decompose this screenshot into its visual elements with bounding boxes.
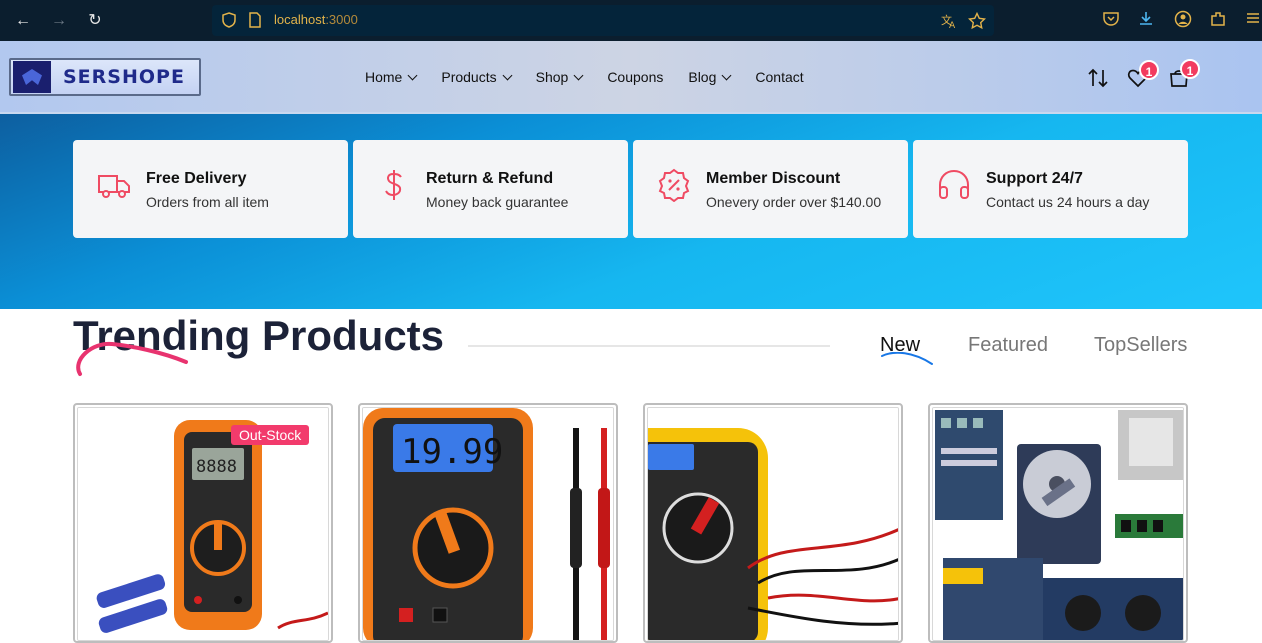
extensions-icon[interactable] xyxy=(1208,10,1228,30)
chevron-down-icon xyxy=(721,70,732,80)
address-bar[interactable]: localhost:3000 文A xyxy=(212,5,994,36)
svg-text:A: A xyxy=(949,21,956,30)
page-icon[interactable] xyxy=(246,12,264,30)
nav-contact[interactable]: Contact xyxy=(755,69,803,85)
tab-active-underline-icon xyxy=(881,352,933,365)
nav-coupons[interactable]: Coupons xyxy=(607,69,663,85)
feature-subtitle: Onevery order over $140.00 xyxy=(706,194,882,210)
title-swoosh-icon xyxy=(76,341,188,376)
tab-featured[interactable]: Featured xyxy=(968,334,1048,357)
feature-title: Free Delivery xyxy=(146,170,247,187)
computer-parts-image[interactable] xyxy=(932,407,1184,641)
nav-shop[interactable]: Shop xyxy=(536,69,584,85)
url-text: localhost:3000 xyxy=(274,12,358,27)
site-header: SERSHOPE Home Products Shop Coupons Blog… xyxy=(0,41,1262,114)
out-of-stock-badge: Out-Stock xyxy=(231,425,310,445)
section-divider xyxy=(468,345,830,347)
product-card[interactable]: 19.99 xyxy=(358,403,618,643)
nav-home[interactable]: Home xyxy=(365,69,418,85)
download-icon[interactable] xyxy=(1136,10,1156,30)
logo-text: SERSHOPE xyxy=(63,66,185,88)
hero-banner: Free Delivery Orders from all item Retur… xyxy=(0,114,1262,309)
svg-text:19.99: 19.99 xyxy=(401,432,503,472)
feature-title: Support 24/7 xyxy=(986,170,1083,187)
back-icon[interactable]: ← xyxy=(12,10,34,32)
headphones-icon xyxy=(937,168,971,202)
account-icon[interactable] xyxy=(1173,10,1193,30)
translate-icon[interactable]: 文A xyxy=(940,12,958,31)
tab-topsellers[interactable]: TopSellers xyxy=(1094,334,1187,357)
feature-subtitle: Contact us 24 hours a day xyxy=(986,194,1150,210)
feature-subtitle: Money back guarantee xyxy=(426,194,569,210)
discount-badge-icon xyxy=(657,168,691,203)
bookmark-star-icon[interactable] xyxy=(967,11,987,30)
feature-card-refund: Return & Refund Money back guarantee xyxy=(353,140,628,238)
multimeter-blue-display-image[interactable]: 19.99 xyxy=(362,407,614,641)
nav-blog[interactable]: Blog xyxy=(688,69,732,85)
feature-subtitle: Orders from all item xyxy=(146,194,269,210)
main-nav: Home Products Shop Coupons Blog Contact xyxy=(365,69,829,85)
feature-card-discount: Member Discount Onevery order over $140.… xyxy=(633,140,908,238)
site-logo[interactable]: SERSHOPE xyxy=(9,58,201,96)
feature-card-support: Support 24/7 Contact us 24 hours a day xyxy=(913,140,1188,238)
feature-title: Return & Refund xyxy=(426,170,554,187)
compare-icon[interactable] xyxy=(1085,66,1111,92)
nav-products[interactable]: Products xyxy=(441,69,513,85)
product-card[interactable] xyxy=(643,403,903,643)
reload-icon[interactable]: ↻ xyxy=(84,10,106,32)
shield-icon[interactable] xyxy=(220,12,238,30)
dollar-icon xyxy=(377,168,411,202)
logo-mark-icon xyxy=(13,61,51,93)
menu-icon[interactable] xyxy=(1243,10,1262,30)
svg-text:8888: 8888 xyxy=(196,457,237,477)
chevron-down-icon xyxy=(407,70,418,80)
chevron-down-icon xyxy=(573,70,584,80)
chevron-down-icon xyxy=(502,70,513,80)
browser-toolbar: ← → ↻ localhost:3000 文A xyxy=(0,0,1262,41)
truck-icon xyxy=(97,168,131,202)
cart-count-badge: 1 xyxy=(1180,59,1200,79)
feature-card-delivery: Free Delivery Orders from all item xyxy=(73,140,348,238)
forward-icon[interactable]: → xyxy=(48,10,70,32)
multimeter-yellow-image[interactable] xyxy=(647,407,899,641)
feature-title: Member Discount xyxy=(706,170,841,187)
product-card[interactable] xyxy=(928,403,1188,643)
pocket-icon[interactable] xyxy=(1101,10,1121,30)
wishlist-count-badge: 1 xyxy=(1139,60,1159,80)
